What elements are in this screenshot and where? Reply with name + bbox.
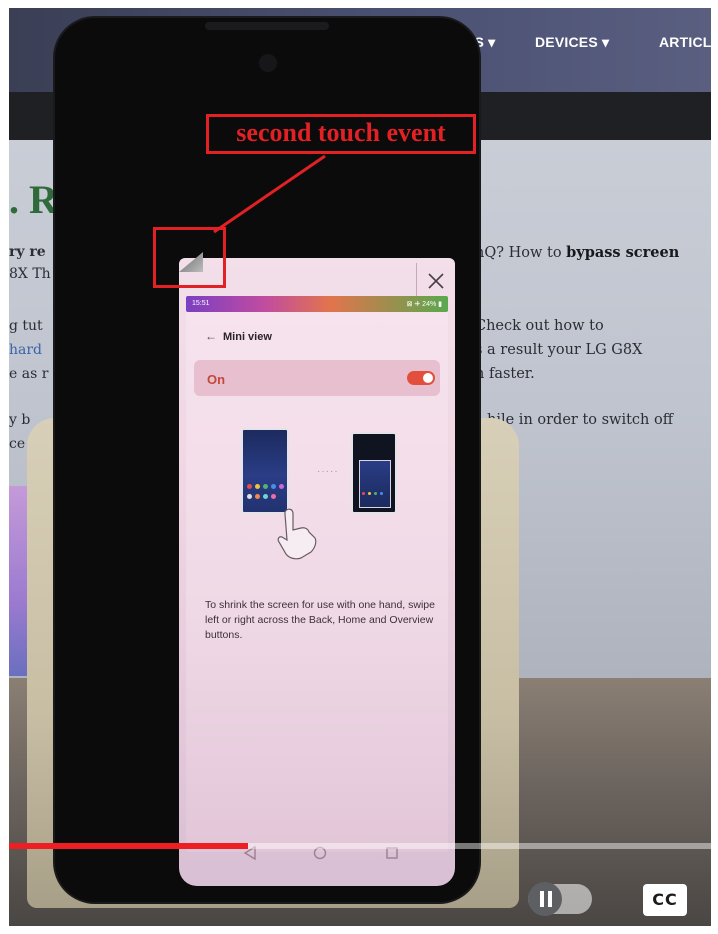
closed-captions-button[interactable]: CC xyxy=(643,884,687,916)
touch-highlight-box xyxy=(153,227,226,288)
annotation-label: second touch event xyxy=(236,118,446,147)
pause-icon xyxy=(540,891,552,907)
video-progress-fill[interactable] xyxy=(9,843,248,849)
